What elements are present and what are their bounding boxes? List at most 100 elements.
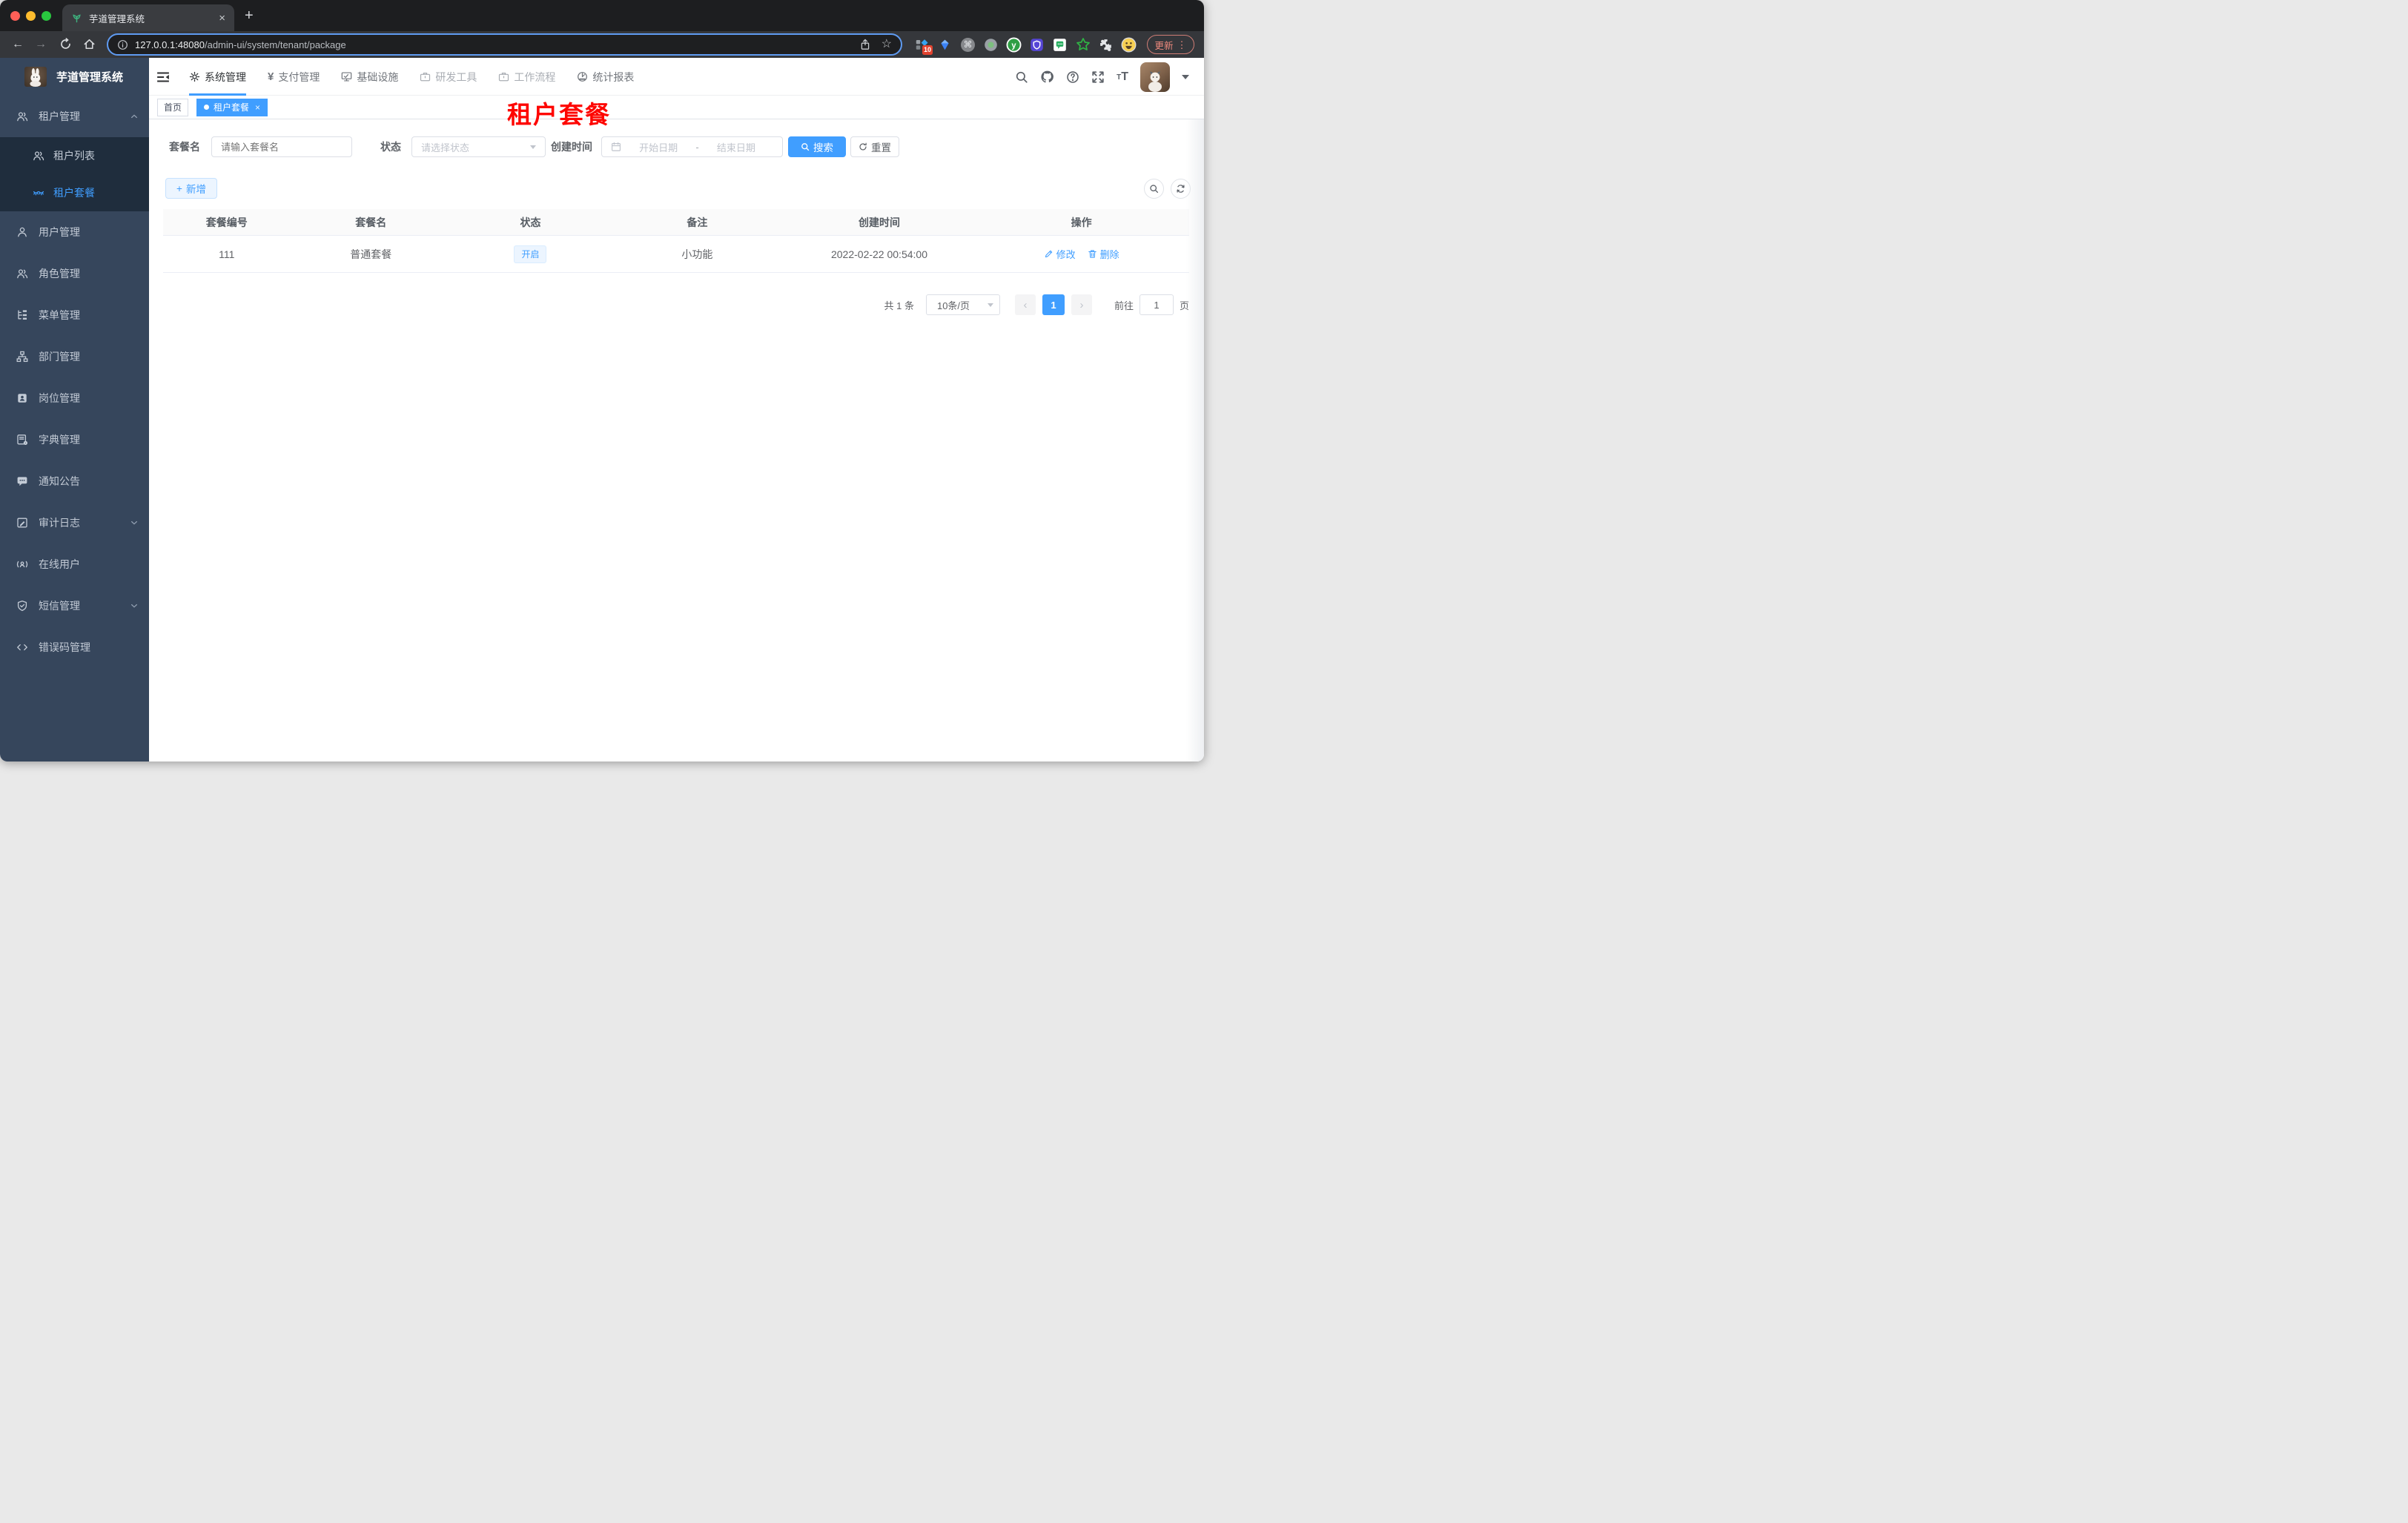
status-select[interactable]: 请选择状态	[411, 136, 546, 157]
sidebar-item-role-management[interactable]: 角色管理	[0, 253, 149, 294]
extensions-puzzle-icon[interactable]	[1098, 37, 1114, 53]
cell-package-name: 普通套餐	[350, 248, 392, 260]
sidebar-item-notice[interactable]: 通知公告	[0, 460, 149, 502]
extension-command-icon[interactable]: ⌘	[960, 37, 976, 53]
site-info-icon[interactable]	[117, 39, 128, 50]
add-button[interactable]: + 新增	[165, 178, 217, 199]
sidebar-item-online-users[interactable]: 在线用户	[0, 544, 149, 585]
monitor-icon	[341, 71, 352, 82]
table-search-toggle-button[interactable]	[1144, 179, 1164, 199]
window-zoom-button[interactable]	[42, 11, 51, 21]
annotation-overlay-text: 租户套餐	[507, 101, 611, 128]
sidebar-menu: 租户管理 租户列表 租户套餐 用户管理 角色管理 菜单管理 部门管理 岗位管理 …	[0, 96, 149, 668]
table-refresh-button[interactable]	[1171, 179, 1191, 199]
back-icon[interactable]: ←	[12, 37, 24, 52]
cell-remark: 小功能	[681, 248, 713, 260]
sidebar-item-menu-management[interactable]: 菜单管理	[0, 294, 149, 336]
nav-label: 系统管理	[205, 70, 246, 83]
page-size-select[interactable]: 10条/页	[925, 294, 1000, 315]
nav-item-system[interactable]: 系统管理	[189, 58, 246, 96]
fullscreen-icon[interactable]	[1091, 70, 1105, 84]
avatar-caret-icon[interactable]	[1182, 74, 1189, 79]
sidebar-item-label: 岗位管理	[39, 392, 80, 404]
url-path: /admin-ui/system/tenant/package	[204, 39, 346, 50]
sidebar-item-post-management[interactable]: 岗位管理	[0, 377, 149, 419]
next-page-button[interactable]: ›	[1071, 294, 1092, 315]
extension-blocks-icon[interactable]: 10	[914, 37, 933, 55]
nav-item-reports[interactable]: 统计报表	[577, 58, 634, 96]
sidebar-item-label: 角色管理	[39, 268, 80, 280]
avatar[interactable]	[1140, 62, 1170, 92]
goto-label: 前往	[1114, 300, 1134, 311]
date-range-picker[interactable]: 开始日期 - 结束日期	[601, 136, 783, 157]
extension-gem-icon[interactable]	[937, 37, 953, 53]
edit-link[interactable]: 修改	[1044, 247, 1076, 261]
extension-star-icon[interactable]	[1075, 37, 1091, 53]
sidebar-item-user-management[interactable]: 用户管理	[0, 211, 149, 253]
sidebar-item-audit-log[interactable]: 审计日志	[0, 502, 149, 544]
nav-item-infrastructure[interactable]: 基础设施	[341, 58, 398, 96]
tag-tenant-package[interactable]: 租户套餐 ×	[196, 98, 268, 116]
sidebar-item-tenant-list[interactable]: 租户列表	[0, 137, 149, 174]
sidebar-item-label: 用户管理	[39, 226, 80, 238]
help-icon[interactable]	[1066, 70, 1079, 84]
browser-tab[interactable]: 芋道管理系统 ×	[62, 4, 234, 31]
extension-chat-icon[interactable]	[1052, 37, 1068, 53]
extension-yudao-icon[interactable]: y	[1006, 37, 1022, 53]
update-label: 更新	[1154, 40, 1174, 51]
window-close-button[interactable]	[10, 11, 20, 21]
extension-green-dot-icon[interactable]	[983, 37, 999, 53]
briefcase-icon	[498, 71, 509, 82]
sidebar-item-label: 租户套餐	[53, 187, 95, 199]
font-size-icon[interactable]: TT	[1117, 71, 1128, 83]
github-icon[interactable]	[1040, 70, 1054, 84]
tab-close-icon[interactable]: ×	[219, 13, 225, 24]
url-bar[interactable]: 127.0.0.1:48080/admin-ui/system/tenant/p…	[107, 33, 902, 56]
goto-page-input[interactable]	[1139, 294, 1174, 315]
sidebar-logo[interactable]: 芋道管理系统	[0, 58, 149, 96]
profile-smiley-icon[interactable]	[1121, 37, 1137, 53]
sidebar-item-label: 审计日志	[39, 517, 80, 529]
forward-icon[interactable]: →	[35, 37, 47, 52]
goto-unit-label: 页	[1179, 300, 1189, 311]
tag-close-icon[interactable]: ×	[255, 102, 260, 113]
cell-package-id: 111	[219, 248, 235, 260]
share-icon[interactable]	[859, 39, 871, 50]
nav-label: 支付管理	[278, 70, 320, 83]
search-button[interactable]: 搜索	[788, 136, 846, 157]
favicon-plant-icon	[71, 13, 82, 24]
window-minimize-button[interactable]	[26, 11, 36, 21]
search-icon[interactable]	[1015, 70, 1028, 84]
tag-home[interactable]: 首页	[157, 98, 189, 116]
reload-icon[interactable]	[59, 38, 72, 50]
extension-shield-icon[interactable]	[1029, 37, 1045, 53]
prev-page-button[interactable]: ‹	[1014, 294, 1036, 315]
code-icon	[16, 641, 28, 653]
nav-item-workflow[interactable]: 工作流程	[498, 58, 555, 96]
sidebar-item-dict-management[interactable]: 字典管理	[0, 419, 149, 460]
log-edit-icon	[16, 517, 28, 529]
nav-item-dev-tools[interactable]: 研发工具	[420, 58, 477, 96]
tags-view: 首页 租户套餐 ×	[149, 96, 1204, 119]
package-name-input[interactable]	[221, 141, 343, 153]
calendar-icon	[611, 142, 621, 152]
sidebar-item-tenant-package[interactable]: 租户套餐	[0, 174, 149, 211]
sidebar-item-error-code[interactable]: 错误码管理	[0, 627, 149, 668]
nav-item-payment[interactable]: ¥ 支付管理	[268, 58, 320, 96]
col-header-remark: 备注	[687, 216, 708, 228]
bookmark-star-icon[interactable]: ☆	[882, 39, 892, 50]
user-icon	[16, 226, 28, 238]
home-icon[interactable]	[83, 38, 96, 50]
browser-menu-icon[interactable]: ⋮	[1177, 40, 1187, 50]
sidebar-item-dept-management[interactable]: 部门管理	[0, 336, 149, 377]
sidebar-item-label: 通知公告	[39, 475, 80, 487]
sidebar-fold-icon[interactable]	[156, 70, 170, 84]
new-tab-button[interactable]: +	[245, 7, 254, 24]
reset-button[interactable]: 重置	[850, 136, 899, 157]
browser-update-button[interactable]: 更新 ⋮	[1147, 35, 1194, 54]
sidebar-item-tenant-management[interactable]: 租户管理	[0, 96, 149, 137]
sidebar-item-sms-management[interactable]: 短信管理	[0, 585, 149, 627]
org-tree-icon	[16, 351, 28, 363]
page-number-1[interactable]: 1	[1042, 294, 1065, 315]
delete-link[interactable]: 删除	[1088, 247, 1119, 261]
